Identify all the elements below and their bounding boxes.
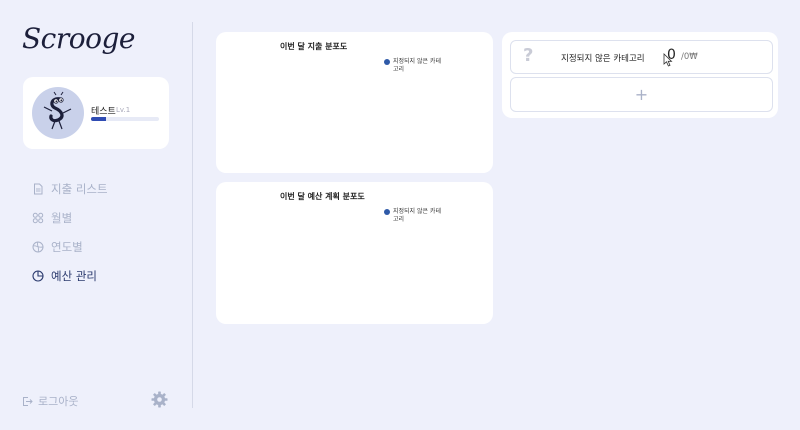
sidebar-item-label: 예산 관리 [51, 269, 97, 283]
profile-card: 테스트 Lv.1 [23, 77, 169, 149]
logout-button[interactable]: 로그아웃 [22, 393, 78, 409]
legend-label: 지정되지 않은 카테고리 [393, 58, 441, 73]
gear-icon[interactable] [151, 391, 168, 408]
sidebar-nav: 지출 리스트 월별 연도별 예산 관리 [32, 180, 108, 296]
legend-dot [384, 59, 390, 65]
mascot-icon [43, 91, 72, 130]
sidebar-item-yearly[interactable]: 연도별 [32, 238, 108, 256]
user-level: Lv.1 [116, 106, 131, 114]
sidebar-item-label: 지출 리스트 [51, 182, 108, 196]
budget-chart-legend: 지정되지 않은 카테고리 [384, 208, 444, 224]
sidebar-divider [192, 22, 193, 408]
category-row[interactable]: ? 지정되지 않은 카테고리 0 /0₩ [510, 40, 773, 74]
category-name: 지정되지 않은 카테고리 [561, 54, 645, 64]
sidebar-item-label: 연도별 [51, 240, 83, 254]
level-progress-bar [91, 117, 159, 121]
sidebar-item-monthly[interactable]: 월별 [32, 209, 108, 227]
sidebar-item-budget[interactable]: 예산 관리 [32, 267, 108, 285]
budget-chart-panel: 이번 달 예산 계획 분포도 지정되지 않은 카테고리 [216, 182, 493, 324]
document-icon [34, 183, 43, 195]
pie-chart-icon [32, 270, 44, 282]
legend-dot [384, 209, 390, 215]
spending-chart-title: 이번 달 지출 분포도 [280, 42, 348, 51]
logout-label: 로그아웃 [38, 395, 79, 408]
cursor-icon [663, 53, 673, 67]
globe-icon [32, 241, 44, 253]
question-icon: ? [523, 45, 534, 66]
avatar [32, 87, 84, 139]
category-budget-total: /0₩ [681, 52, 698, 62]
sidebar-item-expense-list[interactable]: 지출 리스트 [32, 180, 108, 198]
logout-icon [23, 396, 33, 406]
level-progress-fill [91, 117, 106, 121]
spending-chart-legend: 지정되지 않은 카테고리 [384, 58, 444, 74]
budget-chart-title: 이번 달 예산 계획 분포도 [280, 192, 365, 201]
user-name: 테스트 [91, 107, 116, 117]
legend-label: 지정되지 않은 카테고리 [393, 208, 441, 223]
spending-chart-panel: 이번 달 지출 분포도 지정되지 않은 카테고리 [216, 32, 493, 173]
sidebar-item-label: 월별 [51, 211, 73, 225]
grid-icon [32, 212, 44, 224]
add-category-button[interactable]: + [510, 77, 773, 112]
app-logo: Scrooge [22, 22, 135, 55]
